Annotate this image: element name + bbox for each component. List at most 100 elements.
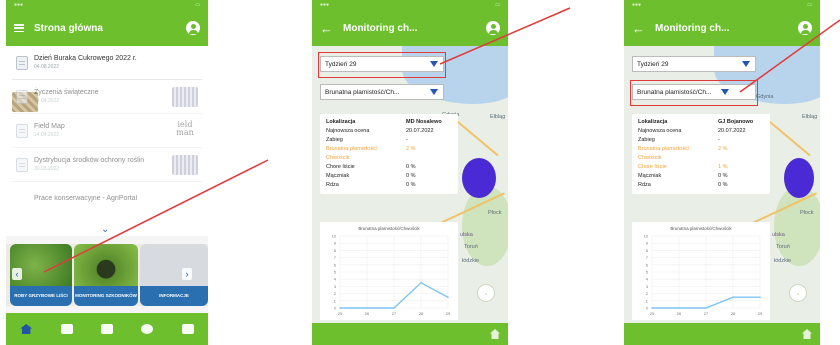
phone-home-screen: ●●● ▭ Strona główna Dzień Buraka Cukroweg… <box>6 0 208 345</box>
info-value: - <box>406 137 408 143</box>
map-label: ulska <box>460 232 473 238</box>
trend-chart-svg: Brunatna plamistość/Chwościk 0 1 2 3 4 5 6 7 8 9 10… <box>644 226 763 316</box>
forest-area <box>462 186 508 266</box>
info-value: 20.07.2022 <box>718 128 746 134</box>
info-value: - <box>718 137 720 143</box>
list-item[interactable]: Prace konserwacyjne - AgriPortal <box>12 182 202 216</box>
farm-icon[interactable] <box>181 324 194 334</box>
chevron-right-icon[interactable]: › <box>182 268 192 280</box>
data-point <box>678 307 680 309</box>
card-pest-monitoring[interactable]: MONITORING SZKODNIKÓW <box>74 244 138 306</box>
chevron-left-icon[interactable]: ‹ <box>12 268 22 280</box>
x-tick-label: 27 <box>392 311 397 316</box>
y-tick-label: 6 <box>334 262 337 267</box>
y-tick-label: 9 <box>646 241 649 246</box>
calendar-icon[interactable] <box>60 324 73 334</box>
forest-area <box>774 186 820 266</box>
info-label: Rdza <box>326 182 339 188</box>
x-tick-label: 29 <box>758 311 763 316</box>
y-tick-label: 7 <box>646 255 649 260</box>
chevron-down-icon[interactable]: ⌄ <box>101 224 109 235</box>
signal-icon: ●●● <box>14 2 24 8</box>
account-icon[interactable] <box>798 21 812 35</box>
info-panel: Lokalizacja GJ Bojanowo Najnowsza ocena 20… <box>632 114 770 194</box>
chart-title: Brunatna plamistość/Chwościk <box>358 226 420 231</box>
disease-select[interactable]: Brunatna plamistość/Ch... <box>320 84 444 100</box>
road-line <box>451 116 499 157</box>
battery-icon: ▭ <box>807 2 812 8</box>
info-row: Chore liście 1 % <box>638 163 764 172</box>
list-item[interactable]: Życzenia świąteczne 14.04.2022 <box>12 80 202 114</box>
app-bar: Strona główna <box>6 10 208 46</box>
list-item[interactable]: Dystrybucja środków ochrony roślin 30.03… <box>12 148 202 182</box>
y-tick-label: 1 <box>646 298 649 303</box>
list-item[interactable]: Field Map 14.04.2022 ield man <box>12 114 202 148</box>
info-row: Chore liście 0 % <box>326 163 452 172</box>
data-point <box>420 282 422 284</box>
y-tick-label: 1 <box>334 298 337 303</box>
data-point <box>447 296 449 298</box>
news-title: Dzień Buraka Cukrowego 2022 r. <box>34 55 137 62</box>
account-icon[interactable] <box>486 21 500 35</box>
signal-icon: ●●● <box>632 2 642 8</box>
card-label: INFORMACJE <box>140 286 208 306</box>
page-title: Monitoring ch... <box>655 22 730 34</box>
pest-image <box>74 244 138 286</box>
monitoring-point[interactable] <box>784 158 814 198</box>
layers-button[interactable]: ○ <box>789 284 807 302</box>
calculator-icon[interactable] <box>100 324 113 334</box>
map-label: Elbląg <box>490 114 506 120</box>
menu-icon[interactable] <box>14 24 24 32</box>
composite-screenshot: ●●● ▭ Strona główna Dzień Buraka Cukroweg… <box>0 0 840 345</box>
back-arrow-icon[interactable]: ← <box>320 22 333 35</box>
card-label: ROBY GRZYBOWE LIŚCI <box>10 286 72 306</box>
news-date: 30.03.2022 <box>34 166 60 172</box>
status-bar: ●●● ▭ <box>624 0 820 10</box>
info-value: 0 % <box>406 173 416 179</box>
info-row: Mączniak 0 % <box>326 172 452 181</box>
info-label: Mączniak <box>326 173 350 179</box>
info-row: Zabieg - <box>638 136 764 145</box>
people-icon[interactable] <box>141 324 154 334</box>
trend-chart: Brunatna plamistość/Chwościk 0 1 2 3 4 5 6 7 8 9 10… <box>632 222 770 320</box>
document-icon <box>16 123 28 138</box>
data-point <box>339 307 341 309</box>
info-label: Chore liście <box>638 164 667 170</box>
info-value: 20.07.2022 <box>406 128 434 134</box>
monitoring-point[interactable] <box>462 158 496 198</box>
news-date: 14.04.2022 <box>34 98 60 104</box>
y-tick-label: 0 <box>646 306 649 311</box>
card-information[interactable]: INFORMACJE <box>140 244 208 306</box>
chart-title: Brunatna plamistość/Chwościk <box>670 226 732 231</box>
info-value: 2 % <box>718 146 728 152</box>
list-item[interactable]: Dzień Buraka Cukrowego 2022 r. 04.08.202… <box>12 46 202 112</box>
data-point <box>366 307 368 309</box>
status-bar: ●●● ▭ <box>312 0 508 10</box>
status-bar: ●●● ▭ <box>6 0 208 10</box>
signal-icon: ●●● <box>320 2 330 8</box>
x-tick-label: 25 <box>650 311 655 316</box>
trend-chart: Brunatna plamistość/Chwościk 0 1 2 3 4 5 6 7 8 9 10… <box>320 222 458 320</box>
info-value: 0 % <box>406 182 416 188</box>
farm-icon[interactable] <box>490 329 500 339</box>
info-label: Najnowsza ocena <box>638 128 682 134</box>
phone-monitoring-screen-2: ●●● ▭ ← Monitoring ch... Gdynia Elbląg Pł… <box>624 0 820 345</box>
location-label: Lokalizacja <box>326 119 356 125</box>
phone-monitoring-screen-1: ●●●▭ ← Monitoring ch... Gdynia Elbląg Pł… <box>312 0 508 345</box>
location-value: MD Nosalewo <box>406 119 442 125</box>
y-tick-label: 4 <box>334 277 337 282</box>
week-select[interactable]: Tydzień 29 <box>632 56 756 72</box>
data-point <box>732 296 734 298</box>
info-header-row: Lokalizacja GJ Bojanowo <box>638 118 764 127</box>
account-icon[interactable] <box>186 21 200 35</box>
y-tick-label: 10 <box>332 234 337 239</box>
caret-down-icon <box>430 89 438 95</box>
home-icon[interactable] <box>20 324 33 334</box>
data-point <box>393 307 395 309</box>
card-label: MONITORING SZKODNIKÓW <box>74 286 138 306</box>
page-title: Strona główna <box>34 22 103 34</box>
farm-icon[interactable] <box>802 329 812 339</box>
back-arrow-icon[interactable]: ← <box>632 22 645 35</box>
layers-button[interactable]: ○ <box>477 284 495 302</box>
battery-icon: ▭ <box>495 2 500 8</box>
